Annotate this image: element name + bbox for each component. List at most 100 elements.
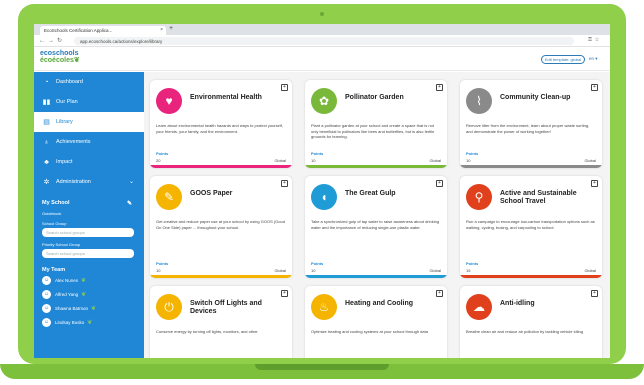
sidebar: ◔ Dashboard ▮▮ Our Plan ▤ Library ♁ Achi… [34,72,144,358]
book-icon: ▤ [43,119,50,126]
points-label: Points [156,151,169,156]
avatar: ☺ [42,318,51,327]
add-to-plan-button[interactable]: + [281,84,288,91]
team-member[interactable]: ☺ Shawna Batmon ❦ [42,302,136,315]
screen: EcoSchools Certification Applica... × + … [34,24,610,358]
add-to-plan-button[interactable]: + [591,180,598,187]
sidebar-item-library[interactable]: ▤ Library [34,112,144,132]
plug-icon: ⏻ [156,294,182,320]
action-card-pollinator-garden[interactable]: ✿ Pollinator Garden + Plant a pollinator… [305,80,447,168]
my-team-title: My Team [42,267,66,273]
action-card-heating-cooling[interactable]: ♨ Heating and Cooling + Optimize heating… [305,286,447,358]
scope-label: Global [429,158,441,163]
flame-icon: ♨ [311,294,337,320]
language-select[interactable]: en ▾ [589,56,598,62]
sidebar-item-impact[interactable]: ♣ Impact [34,152,144,172]
card-description: Take a synchronized gulp of tap water to… [311,219,440,230]
my-school-title-text: My School [42,200,70,206]
sidebar-item-label: Achievements [56,139,91,145]
school-group-input[interactable]: Search school groups [42,228,134,237]
add-to-plan-button[interactable]: + [281,290,288,297]
scope-label: Global [274,268,286,273]
gear-icon: ✲ [43,179,50,186]
browser-actions: ⚿☆ [588,37,602,43]
camera-dot [320,12,324,16]
card-description: Get creative and reduce paper use at you… [156,219,285,230]
bee-icon: ✿ [311,88,337,114]
nav-buttons: ←→↻ [39,37,65,44]
card-description: Remove litter from the environment, lear… [466,123,590,134]
points-value: 15 [466,268,471,273]
back-icon[interactable]: ← [39,38,48,44]
cloud-icon: ☁ [466,294,492,320]
edit-template-button[interactable]: Edit template: global [541,55,585,64]
points-value: 10 [156,268,161,273]
tab-title: EcoSchools Certification Applica... [44,28,113,33]
laptop-notch [255,364,389,370]
team-member[interactable]: ☺ Alfred Yang ❦ [42,288,136,301]
team-member-name: Lindsay Busko [55,320,85,325]
points-label: Points [311,261,324,266]
my-school-title: My School ✎ [42,200,136,207]
avatar: ☺ [42,276,51,285]
points-label: Points [156,261,169,266]
pencil-icon[interactable]: ✎ [127,200,132,207]
sidebar-item-our-plan[interactable]: ▮▮ Our Plan [34,92,144,112]
points-value: 10 [311,158,316,163]
my-school-section: My School ✎ Guidebook School Group Searc… [34,192,144,329]
add-to-plan-button[interactable]: + [436,84,443,91]
priority-group-input[interactable]: Search school groups [42,249,134,258]
ribbon-icon: ♁ [43,138,50,146]
school-group-label: School Group [42,221,67,226]
reload-icon[interactable]: ↻ [57,38,65,44]
card-description: Optimize heating and cooling systems at … [311,329,428,334]
sidebar-item-dashboard[interactable]: ◔ Dashboard [34,72,144,92]
avatar: ☺ [42,304,51,313]
card-description: Breathe clean air and reduce air polluti… [466,329,583,334]
browser-tab[interactable]: EcoSchools Certification Applica... × [40,26,166,35]
sidebar-item-label: Administration [56,179,91,185]
card-accent-bar [305,275,447,278]
star-icon[interactable]: ☆ [595,37,602,43]
card-title: GOOS Paper [190,190,233,197]
ecoschools-logo[interactable]: ecoschools écoécoles❦ [40,50,80,64]
leaf-icon: ❦ [87,320,93,326]
browser-toolbar: ←→↻ app.ecoschools.ca/actions/explore/li… [34,35,610,47]
action-card-switch-off-lights[interactable]: ⏻ Switch Off Lights and Devices + Conser… [150,286,292,358]
add-to-plan-button[interactable]: + [436,290,443,297]
team-member-name: Alfred Yang [55,292,79,297]
scope-label: Global [584,158,596,163]
sidebar-item-administration[interactable]: ✲ Administration ⌄ [34,172,144,192]
add-to-plan-button[interactable]: + [436,180,443,187]
points-value: 10 [311,268,316,273]
add-to-plan-button[interactable]: + [281,180,288,187]
action-card-great-gulp[interactable]: ◖ The Great Gulp + Take a synchronized g… [305,176,447,278]
action-card-goos-paper[interactable]: ✎ GOOS Paper + Get creative and reduce p… [150,176,292,278]
sidebar-item-achievements[interactable]: ♁ Achievements [34,132,144,152]
scope-label: Global [274,158,286,163]
sprout-icon: ♣ [44,158,49,166]
points-label: Points [311,151,324,156]
sidebar-item-label: Library [56,119,73,125]
dashboard-icon: ◔ [44,78,49,86]
action-card-active-school-travel[interactable]: ⚲ Active and Sustainable School Travel +… [460,176,602,278]
new-tab-icon[interactable]: + [169,25,173,32]
language-value: en [589,56,595,61]
card-description: Conserve energy by turning off lights, m… [156,329,258,334]
action-card-environmental-health[interactable]: ♥ Environmental Health + Learn about env… [150,80,292,168]
team-member[interactable]: ☺ Alex Nunes ❦ [42,274,136,287]
forward-icon[interactable]: → [48,38,57,44]
address-bar[interactable]: app.ecoschools.ca/actions/explore/librar… [74,37,574,45]
team-member[interactable]: ☺ Lindsay Busko ❦ [42,316,136,329]
action-card-community-clean-up[interactable]: ⌇ Community Clean-up + Remove litter fro… [460,80,602,168]
broom-icon: ⌇ [466,88,492,114]
library-grid: ♥ Environmental Health + Learn about env… [144,72,610,358]
add-to-plan-button[interactable]: + [591,84,598,91]
add-to-plan-button[interactable]: + [591,290,598,297]
close-tab-icon[interactable]: × [160,27,163,33]
bicycle-icon: ⚲ [466,184,492,210]
key-icon[interactable]: ⚿ [588,37,595,43]
card-title: Switch Off Lights and Devices [190,300,262,315]
url-text: app.ecoschools.ca/actions/explore/librar… [80,38,163,44]
action-card-anti-idling[interactable]: ☁ Anti-idling + Breathe clean air and re… [460,286,602,358]
